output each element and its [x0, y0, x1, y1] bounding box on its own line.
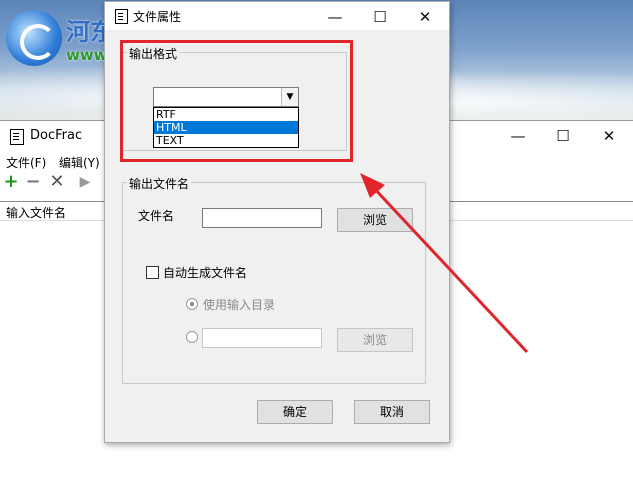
annotation-arrow [360, 173, 529, 354]
